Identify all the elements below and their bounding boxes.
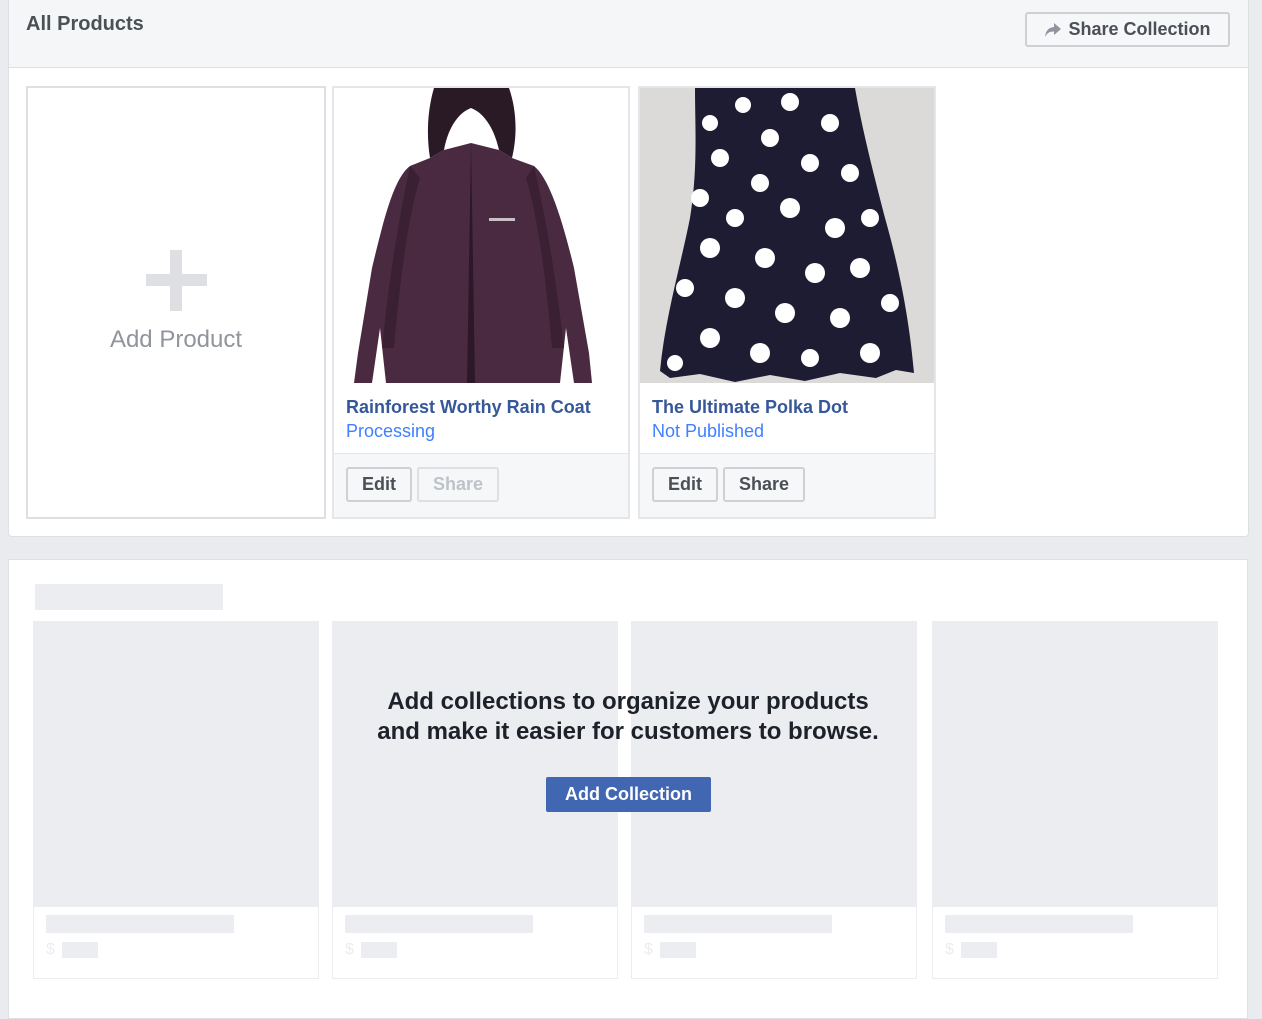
add-product-label: Add Product [109,326,243,353]
product-status: Not Published [652,421,765,441]
product-image-rain-coat[interactable] [334,88,628,383]
skeleton-title [35,584,223,610]
message-line-1: Add collections to organize your product… [387,688,869,715]
edit-button[interactable]: Edit [652,467,718,502]
skeleton-currency: $ [46,941,55,958]
collections-panel: $ $ $ $ Add collections to organize your… [8,559,1248,1019]
share-button[interactable]: Share [723,467,805,502]
skeleton-card: $ [33,621,319,979]
product-name[interactable]: Rainforest Worthy Rain Coat [346,397,591,418]
page-title: All Products [26,13,144,35]
product-status: Processing [346,421,436,441]
product-card: Rainforest Worthy Rain Coat Processing E… [332,86,630,519]
add-collection-button[interactable]: Add Collection [546,777,711,812]
message-line-2: and make it easier for customers to brow… [377,718,879,745]
edit-button[interactable]: Edit [346,467,412,502]
share-arrow-icon [1044,22,1062,38]
share-collection-label: Share Collection [1068,19,1211,39]
share-button[interactable]: Share [417,467,499,502]
skeleton-currency: $ [345,941,354,958]
plus-icon [146,250,207,311]
skeleton-currency: $ [644,941,653,958]
all-products-panel: All Products Share Collection Add Produc… [8,0,1249,537]
product-card-footer: Edit Share [640,453,934,517]
skeleton-card: $ [932,621,1218,979]
add-product-card[interactable]: Add Product [26,86,326,519]
product-card-footer: Edit Share [334,453,628,517]
share-collection-button[interactable]: Share Collection [1025,12,1230,47]
collections-empty-message: Add collections to organize your product… [9,687,1247,747]
product-image-polka-dot[interactable] [640,88,934,383]
skeleton-currency: $ [945,941,954,958]
product-card: The Ultimate Polka Dot Not Published Edi… [638,86,936,519]
product-name[interactable]: The Ultimate Polka Dot [652,397,848,418]
panel-header: All Products Share Collection [9,0,1248,68]
